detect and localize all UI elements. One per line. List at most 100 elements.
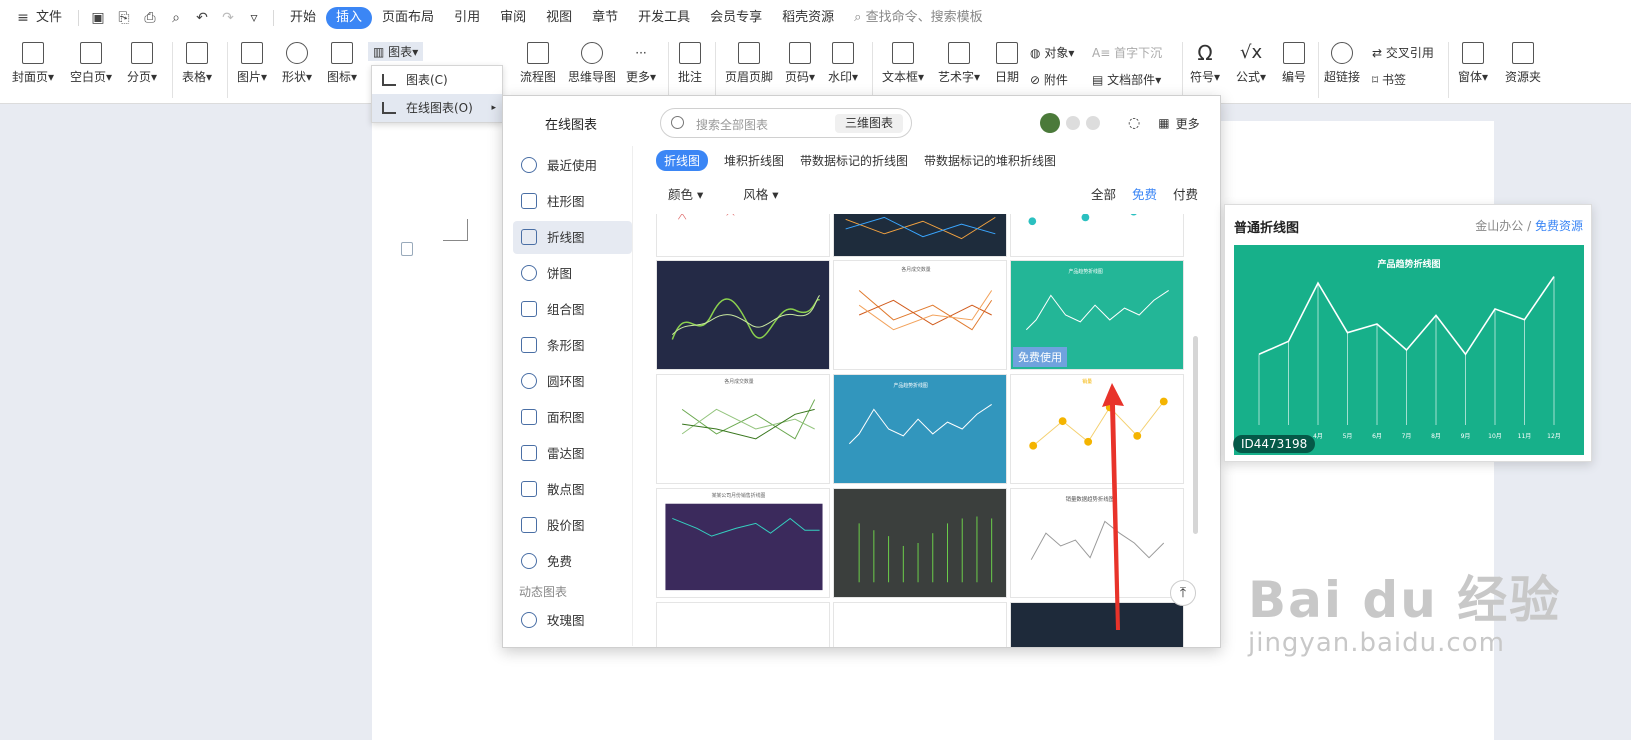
preview-free-label[interactable]: 免费资源: [1535, 219, 1583, 233]
resource-folder-button[interactable]: 资源夹: [1505, 42, 1541, 85]
chart-search-input[interactable]: 搜索全部图表 三维图表: [660, 108, 912, 138]
template-card[interactable]: 各月成交数量: [656, 374, 830, 484]
category-combo[interactable]: 组合图: [513, 293, 632, 326]
cover-page-button[interactable]: 封面页▾: [12, 42, 54, 85]
print-preview-icon[interactable]: ⌕: [163, 7, 189, 29]
page-number-button[interactable]: 页码▾: [785, 42, 815, 85]
file-menu[interactable]: 文件: [36, 7, 72, 29]
template-card[interactable]: [656, 260, 830, 370]
tab-reference[interactable]: 引用: [444, 7, 490, 29]
object-button[interactable]: ◍ 对象▾: [1030, 44, 1074, 61]
export-pdf-icon[interactable]: ⎘: [111, 7, 137, 29]
tab-developer[interactable]: 开发工具: [628, 7, 700, 29]
save-icon[interactable]: ▣: [85, 7, 111, 29]
chart-button[interactable]: ▥ 图表▾: [368, 42, 424, 61]
bookmark-button[interactable]: ⌑ 书签: [1372, 71, 1406, 88]
category-line[interactable]: 折线图: [513, 221, 632, 254]
template-card[interactable]: 各月成交数量: [833, 260, 1007, 370]
subtab-line-markers[interactable]: 带数据标记的折线图: [800, 152, 908, 169]
category-doughnut[interactable]: 圆环图: [513, 365, 632, 398]
blank-page-button[interactable]: 空白页▾: [70, 42, 112, 85]
tab-member[interactable]: 会员专享: [700, 7, 772, 29]
symbol-button[interactable]: Ω 符号▾: [1190, 42, 1220, 85]
subtab-stacked-line[interactable]: 堆积折线图: [724, 152, 784, 169]
docpart-button[interactable]: ▤ 文档部件▾: [1092, 71, 1161, 88]
header-footer-button[interactable]: 页眉页脚: [725, 42, 773, 85]
picture-button[interactable]: 图片▾: [237, 42, 267, 85]
back-to-top-icon[interactable]: ⤒: [1170, 580, 1196, 606]
crossref-button[interactable]: ⇄ 交叉引用: [1372, 44, 1434, 61]
tab-view[interactable]: 视图: [536, 7, 582, 29]
tab-start[interactable]: 开始: [280, 7, 326, 29]
wordart-button[interactable]: 艺术字▾: [938, 42, 980, 85]
more-link[interactable]: 更多: [1176, 115, 1200, 132]
panel-scrollbar[interactable]: [1193, 336, 1198, 534]
template-card[interactable]: 产品趋势折线图: [833, 374, 1007, 484]
template-card[interactable]: 销量数据趋势折线图: [1010, 488, 1184, 598]
comment-button[interactable]: 批注: [678, 42, 702, 85]
avatar[interactable]: [1040, 113, 1060, 133]
formula-button[interactable]: √x 公式▾: [1236, 42, 1266, 85]
category-free[interactable]: 免费: [513, 545, 632, 578]
undo-icon[interactable]: ↶: [189, 7, 215, 29]
command-search[interactable]: ⌕ 查找命令、搜索模板: [844, 7, 992, 29]
color-filter[interactable]: 颜色 ▾: [668, 184, 703, 203]
template-card[interactable]: 某某公司月份销售折线图: [656, 488, 830, 598]
category-stock[interactable]: 股价图: [513, 509, 632, 542]
numbering-button[interactable]: 编号: [1282, 42, 1306, 85]
category-radar[interactable]: 雷达图: [513, 437, 632, 470]
pricing-free[interactable]: 免费: [1132, 184, 1157, 203]
category-pie[interactable]: 饼图: [513, 257, 632, 290]
style-filter[interactable]: 风格 ▾: [743, 184, 778, 203]
template-card[interactable]: [833, 602, 1007, 647]
menu-item-chart[interactable]: 图表(C): [372, 66, 502, 94]
shape-button[interactable]: 形状▾: [282, 42, 312, 85]
icons-button[interactable]: 图标▾: [327, 42, 357, 85]
flowchart-button[interactable]: 流程图: [520, 42, 556, 85]
category-scatter[interactable]: 散点图: [513, 473, 632, 506]
date-button[interactable]: 日期: [995, 42, 1019, 85]
pricing-all[interactable]: 全部: [1091, 184, 1116, 203]
category-bar[interactable]: 条形图: [513, 329, 632, 362]
hyperlink-button[interactable]: 超链接: [1324, 42, 1360, 85]
customize-qat-icon[interactable]: ▿: [241, 7, 267, 29]
more-apps-icon[interactable]: ▦: [1158, 116, 1169, 130]
template-card[interactable]: [1010, 602, 1184, 647]
paste-options-icon[interactable]: [401, 242, 413, 256]
more-button[interactable]: ··· 更多▾: [626, 42, 656, 85]
template-card[interactable]: [1010, 214, 1184, 257]
tab-section[interactable]: 章节: [582, 7, 628, 29]
table-button[interactable]: 表格▾: [182, 42, 212, 85]
watermark-button[interactable]: 水印▾: [828, 42, 858, 85]
tab-review[interactable]: 审阅: [490, 7, 536, 29]
category-area[interactable]: 面积图: [513, 401, 632, 434]
print-icon[interactable]: ⎙: [137, 7, 163, 29]
category-column[interactable]: 柱形图: [513, 185, 632, 218]
pricing-paid[interactable]: 付费: [1173, 184, 1198, 203]
category-recent[interactable]: 最近使用: [513, 149, 632, 182]
category-rose[interactable]: 玫瑰图: [513, 604, 633, 637]
dropcap-button[interactable]: A≡ 首字下沉: [1092, 44, 1162, 61]
feedback-icon[interactable]: ◌: [1128, 115, 1140, 131]
form-button[interactable]: 窗体▾: [1458, 42, 1488, 85]
tab-page-layout[interactable]: 页面布局: [372, 7, 444, 29]
template-card[interactable]: [656, 602, 830, 647]
attachment-button[interactable]: ⊘ 附件: [1030, 71, 1068, 88]
template-card[interactable]: [656, 214, 830, 257]
3d-chart-button[interactable]: 三维图表: [834, 114, 903, 133]
tab-insert[interactable]: 插入: [326, 7, 373, 29]
tab-docer[interactable]: 稻壳资源: [772, 7, 844, 29]
menu-icon[interactable]: ≡: [10, 7, 36, 29]
template-card[interactable]: [833, 214, 1007, 257]
template-card[interactable]: 销量: [1010, 374, 1184, 484]
subtab-stacked-line-markers[interactable]: 带数据标记的堆积折线图: [924, 152, 1056, 169]
page-break-button[interactable]: 分页▾: [127, 42, 157, 85]
template-card[interactable]: [833, 488, 1007, 598]
subtab-line[interactable]: 折线图: [656, 150, 709, 171]
textbox-button[interactable]: 文本框▾: [882, 42, 924, 85]
menu-item-online-chart[interactable]: 在线图表(O) ▸: [372, 94, 502, 122]
free-use-badge[interactable]: 免费使用: [1013, 347, 1067, 367]
mindmap-button[interactable]: 思维导图: [568, 42, 616, 85]
template-card[interactable]: 产品趋势折线图 免费使用: [1010, 260, 1184, 370]
redo-icon[interactable]: ↷: [215, 7, 241, 29]
